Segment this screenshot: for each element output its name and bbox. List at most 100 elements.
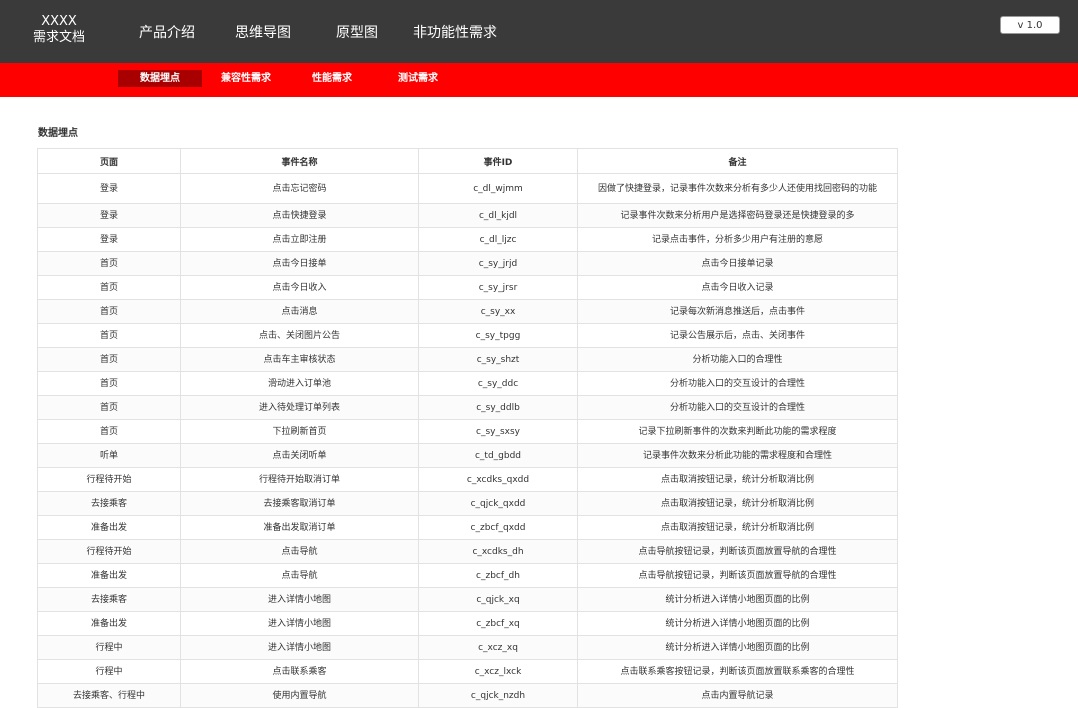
subnav-performance[interactable]: 性能需求 (302, 70, 362, 87)
cell-page: 听单 (37, 443, 181, 468)
cell-event-name: 点击关闭听单 (180, 443, 419, 468)
table-body: 登录 点击忘记密码 c_dl_wjmm 因做了快捷登录，记录事件次数来分析有多少人还使… (37, 173, 898, 708)
sub-nav: 数据埋点 兼容性需求 性能需求 测试需求 (0, 63, 1078, 97)
cell-event-id: c_sy_tpgg (418, 323, 578, 348)
cell-event-name: 进入详情小地图 (180, 611, 419, 636)
table-row: 准备出发 进入详情小地图 c_zbcf_xq 统计分析进入详情小地图页面的比例 (37, 611, 898, 636)
cell-remark: 记录每次新消息推送后，点击事件 (577, 299, 898, 324)
cell-page: 登录 (37, 227, 181, 252)
cell-event-id: c_xcz_lxck (418, 659, 578, 684)
nav-product-intro[interactable]: 产品介绍 (139, 22, 195, 42)
cell-event-id: c_dl_wjmm (418, 173, 578, 204)
cell-page: 行程中 (37, 635, 181, 660)
col-header-event-name: 事件名称 (180, 148, 419, 174)
cell-remark: 记录点击事件，分析多少用户有注册的意愿 (577, 227, 898, 252)
table-row: 听单 点击关闭听单 c_td_gbdd 记录事件次数来分析此功能的需求程度和合理性 (37, 443, 898, 468)
cell-remark: 点击今日收入记录 (577, 275, 898, 300)
subnav-compatibility[interactable]: 兼容性需求 (212, 70, 280, 87)
cell-event-name: 点击导航 (180, 539, 419, 564)
cell-event-name: 点击立即注册 (180, 227, 419, 252)
table-row: 准备出发 点击导航 c_zbcf_dh 点击导航按钮记录，判断该页面放置导航的合理性 (37, 563, 898, 588)
cell-remark: 统计分析进入详情小地图页面的比例 (577, 611, 898, 636)
cell-event-name: 点击忘记密码 (180, 173, 419, 204)
nav-prototype[interactable]: 原型图 (336, 22, 378, 42)
cell-event-name: 点击联系乘客 (180, 659, 419, 684)
cell-event-id: c_sy_sxsy (418, 419, 578, 444)
table-row: 行程中 进入详情小地图 c_xcz_xq 统计分析进入详情小地图页面的比例 (37, 635, 898, 660)
cell-remark: 点击取消按钮记录，统计分析取消比例 (577, 491, 898, 516)
cell-event-name: 使用内置导航 (180, 683, 419, 708)
subnav-testing[interactable]: 测试需求 (388, 70, 448, 87)
cell-event-name: 点击、关闭图片公告 (180, 323, 419, 348)
table-row: 去接乘客 去接乘客取消订单 c_qjck_qxdd 点击取消按钮记录，统计分析取消比例 (37, 491, 898, 516)
cell-remark: 点击联系乘客按钮记录，判断该页面放置联系乘客的合理性 (577, 659, 898, 684)
cell-page: 首页 (37, 419, 181, 444)
col-header-page: 页面 (37, 148, 181, 174)
cell-remark: 记录事件次数来分析此功能的需求程度和合理性 (577, 443, 898, 468)
cell-page: 首页 (37, 251, 181, 276)
cell-page: 准备出发 (37, 563, 181, 588)
cell-event-name: 点击导航 (180, 563, 419, 588)
table-row: 行程待开始 点击导航 c_xcdks_dh 点击导航按钮记录，判断该页面放置导航的合理… (37, 539, 898, 564)
cell-page: 登录 (37, 203, 181, 228)
nav-mind-map[interactable]: 思维导图 (235, 22, 291, 42)
cell-page: 首页 (37, 323, 181, 348)
table-row: 登录 点击快捷登录 c_dl_kjdl 记录事件次数来分析用户是选择密码登录还是快捷登… (37, 203, 898, 228)
cell-event-id: c_qjck_nzdh (418, 683, 578, 708)
top-header: XXXX 需求文档 产品介绍 思维导图 原型图 非功能性需求 v 1.0 (0, 0, 1078, 63)
table-row: 首页 进入待处理订单列表 c_sy_ddlb 分析功能入口的交互设计的合理性 (37, 395, 898, 420)
cell-remark: 点击内置导航记录 (577, 683, 898, 708)
cell-event-id: c_dl_kjdl (418, 203, 578, 228)
cell-event-id: c_sy_ddlb (418, 395, 578, 420)
cell-event-id: c_xcdks_dh (418, 539, 578, 564)
cell-page: 去接乘客、行程中 (37, 683, 181, 708)
cell-page: 去接乘客 (37, 587, 181, 612)
cell-event-id: c_dl_ljzc (418, 227, 578, 252)
cell-page: 去接乘客 (37, 491, 181, 516)
cell-event-name: 点击今日收入 (180, 275, 419, 300)
cell-event-id: c_sy_jrjd (418, 251, 578, 276)
cell-event-name: 进入待处理订单列表 (180, 395, 419, 420)
cell-remark: 分析功能入口的交互设计的合理性 (577, 371, 898, 396)
table-row: 去接乘客、行程中 使用内置导航 c_qjck_nzdh 点击内置导航记录 (37, 683, 898, 708)
cell-event-name: 点击车主审核状态 (180, 347, 419, 372)
brand-logo[interactable]: XXXX 需求文档 (20, 14, 98, 46)
cell-event-name: 点击今日接单 (180, 251, 419, 276)
table-row: 首页 点击消息 c_sy_xx 记录每次新消息推送后，点击事件 (37, 299, 898, 324)
cell-event-id: c_xcz_xq (418, 635, 578, 660)
cell-page: 首页 (37, 299, 181, 324)
cell-event-name: 去接乘客取消订单 (180, 491, 419, 516)
table-row: 行程中 点击联系乘客 c_xcz_lxck 点击联系乘客按钮记录，判断该页面放置联系乘… (37, 659, 898, 684)
cell-remark: 点击导航按钮记录，判断该页面放置导航的合理性 (577, 563, 898, 588)
cell-remark: 分析功能入口的交互设计的合理性 (577, 395, 898, 420)
cell-page: 准备出发 (37, 515, 181, 540)
cell-event-id: c_sy_jrsr (418, 275, 578, 300)
cell-remark: 统计分析进入详情小地图页面的比例 (577, 587, 898, 612)
table-row: 首页 下拉刷新首页 c_sy_sxsy 记录下拉刷新事件的次数来判断此功能的需求程度 (37, 419, 898, 444)
brand-name: XXXX (41, 14, 77, 29)
table-header-row: 页面 事件名称 事件ID 备注 (37, 148, 898, 174)
cell-page: 首页 (37, 347, 181, 372)
cell-page: 行程中 (37, 659, 181, 684)
col-header-remark: 备注 (577, 148, 898, 174)
cell-event-id: c_qjck_xq (418, 587, 578, 612)
col-header-event-id: 事件ID (418, 148, 578, 174)
table-row: 去接乘客 进入详情小地图 c_qjck_xq 统计分析进入详情小地图页面的比例 (37, 587, 898, 612)
cell-event-name: 下拉刷新首页 (180, 419, 419, 444)
cell-page: 行程待开始 (37, 539, 181, 564)
table-row: 准备出发 准备出发取消订单 c_zbcf_qxdd 点击取消按钮记录，统计分析取消比例 (37, 515, 898, 540)
subnav-data-tracking[interactable]: 数据埋点 (118, 70, 202, 87)
section-title: 数据埋点 (38, 128, 78, 139)
table-row: 首页 点击今日收入 c_sy_jrsr 点击今日收入记录 (37, 275, 898, 300)
cell-remark: 记录事件次数来分析用户是选择密码登录还是快捷登录的多 (577, 203, 898, 228)
cell-event-name: 点击消息 (180, 299, 419, 324)
cell-event-id: c_sy_shzt (418, 347, 578, 372)
version-button[interactable]: v 1.0 (1000, 16, 1060, 34)
cell-event-name: 进入详情小地图 (180, 635, 419, 660)
nav-nonfunctional[interactable]: 非功能性需求 (413, 22, 497, 42)
cell-event-name: 进入详情小地图 (180, 587, 419, 612)
table-row: 行程待开始 行程待开始取消订单 c_xcdks_qxdd 点击取消按钮记录，统计分析取… (37, 467, 898, 492)
table-row: 登录 点击立即注册 c_dl_ljzc 记录点击事件，分析多少用户有注册的意愿 (37, 227, 898, 252)
cell-event-name: 点击快捷登录 (180, 203, 419, 228)
cell-event-id: c_zbcf_dh (418, 563, 578, 588)
